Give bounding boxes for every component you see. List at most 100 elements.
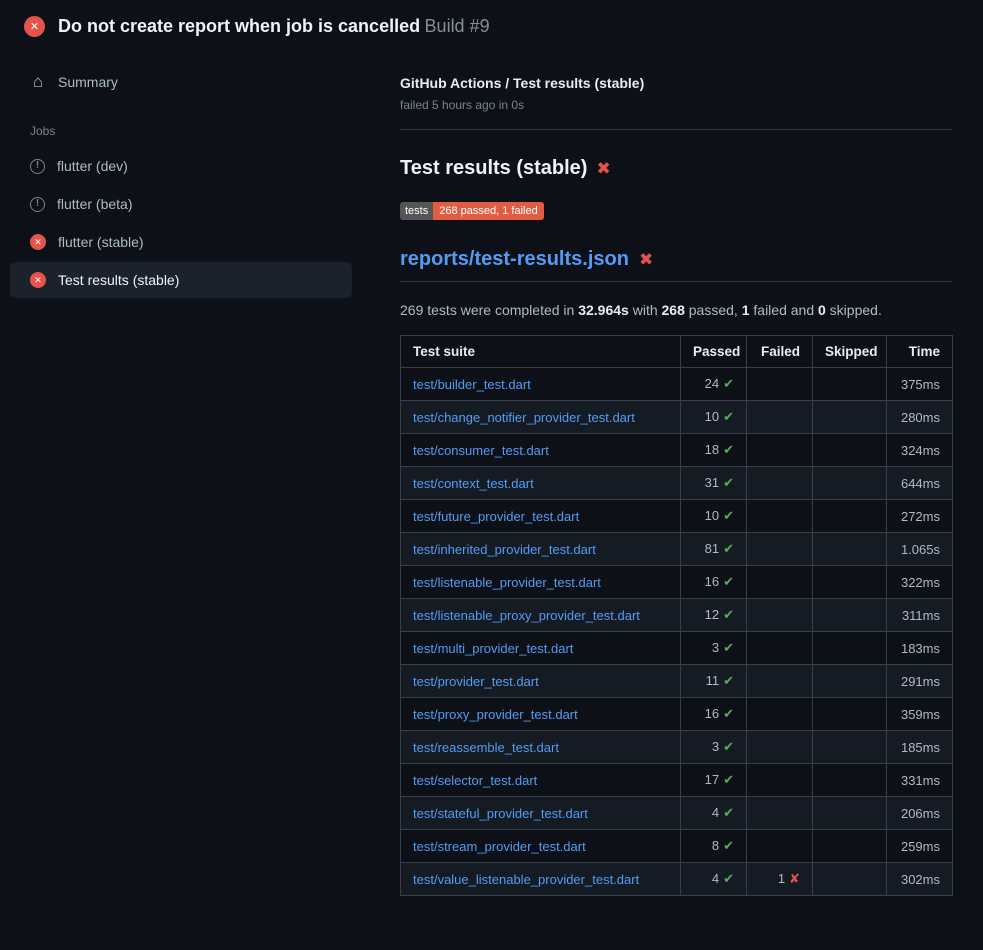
failed-cell	[747, 830, 813, 863]
sidebar-item-summary[interactable]: ⌂ Summary	[10, 63, 352, 100]
sidebar-item-flutter-beta[interactable]: ! flutter (beta)	[10, 186, 352, 222]
suite-link[interactable]: test/listenable_provider_test.dart	[413, 575, 601, 590]
time-cell: 324ms	[887, 434, 953, 467]
summary-passed-count: 268	[662, 302, 685, 318]
failed-x-icon: ✖	[639, 251, 653, 268]
table-row: test/builder_test.dart 24✔ 375ms	[401, 368, 953, 401]
table-row: test/listenable_provider_test.dart 16✔ 3…	[401, 566, 953, 599]
job-label: flutter (beta)	[57, 196, 132, 212]
job-label: Test results (stable)	[58, 272, 179, 288]
suite-link[interactable]: test/listenable_proxy_provider_test.dart	[413, 608, 640, 623]
failed-cell	[747, 401, 813, 434]
passed-cell: 16✔	[681, 566, 747, 599]
failed-cell	[747, 368, 813, 401]
suite-link[interactable]: test/change_notifier_provider_test.dart	[413, 410, 635, 425]
check-icon: ✔	[723, 772, 734, 787]
table-row: test/multi_provider_test.dart 3✔ 183ms	[401, 632, 953, 665]
failed-cell: 1✘	[747, 863, 813, 896]
sidebar-item-flutter-stable[interactable]: ✕ flutter (stable)	[10, 224, 352, 260]
col-header-passed: Passed	[681, 336, 747, 368]
passed-cell: 12✔	[681, 599, 747, 632]
divider	[400, 129, 952, 130]
time-cell: 291ms	[887, 665, 953, 698]
time-cell: 272ms	[887, 500, 953, 533]
time-cell: 206ms	[887, 797, 953, 830]
check-icon: ✔	[723, 508, 734, 523]
failed-cell	[747, 566, 813, 599]
failed-cell	[747, 599, 813, 632]
table-row: test/stream_provider_test.dart 8✔ 259ms	[401, 830, 953, 863]
suite-link[interactable]: test/builder_test.dart	[413, 377, 531, 392]
neutral-status-icon: !	[30, 159, 45, 174]
suite-link[interactable]: test/context_test.dart	[413, 476, 534, 491]
suite-link[interactable]: test/stream_provider_test.dart	[413, 839, 586, 854]
main-content: GitHub Actions / Test results (stable) f…	[380, 51, 983, 896]
passed-cell: 17✔	[681, 764, 747, 797]
table-row: test/consumer_test.dart 18✔ 324ms	[401, 434, 953, 467]
summary-part: with	[629, 302, 662, 318]
passed-cell: 4✔	[681, 797, 747, 830]
run-meta: failed 5 hours ago in 0s	[400, 98, 952, 112]
time-cell: 311ms	[887, 599, 953, 632]
check-icon: ✔	[723, 376, 734, 391]
passed-cell: 11✔	[681, 665, 747, 698]
sidebar-item-test-results-stable[interactable]: ✕ Test results (stable)	[10, 262, 352, 298]
table-row: test/inherited_provider_test.dart 81✔ 1.…	[401, 533, 953, 566]
check-icon: ✔	[723, 805, 734, 820]
jobs-heading: Jobs	[10, 102, 352, 148]
skipped-cell	[813, 500, 887, 533]
col-header-test-suite: Test suite	[401, 336, 681, 368]
results-table-body: test/builder_test.dart 24✔ 375ms test/ch…	[401, 368, 953, 896]
summary-duration: 32.964s	[578, 302, 629, 318]
check-icon: ✔	[723, 640, 734, 655]
results-table: Test suite Passed Failed Skipped Time te…	[400, 335, 953, 896]
time-cell: 302ms	[887, 863, 953, 896]
check-icon: ✔	[723, 475, 734, 490]
skipped-cell	[813, 665, 887, 698]
suite-link[interactable]: test/value_listenable_provider_test.dart	[413, 872, 639, 887]
check-icon: ✔	[723, 706, 734, 721]
table-row: test/listenable_proxy_provider_test.dart…	[401, 599, 953, 632]
passed-cell: 4✔	[681, 863, 747, 896]
skipped-cell	[813, 863, 887, 896]
time-cell: 1.065s	[887, 533, 953, 566]
check-icon: ✔	[723, 838, 734, 853]
skipped-cell	[813, 830, 887, 863]
suite-link[interactable]: test/selector_test.dart	[413, 773, 537, 788]
passed-cell: 3✔	[681, 731, 747, 764]
check-icon: ✔	[723, 871, 734, 886]
skipped-cell	[813, 533, 887, 566]
failed-cell	[747, 797, 813, 830]
suite-link[interactable]: test/inherited_provider_test.dart	[413, 542, 596, 557]
suite-link[interactable]: test/future_provider_test.dart	[413, 509, 579, 524]
table-row: test/context_test.dart 31✔ 644ms	[401, 467, 953, 500]
job-label: flutter (dev)	[57, 158, 128, 174]
failed-status-icon: ✕	[30, 272, 46, 288]
failed-cell	[747, 467, 813, 500]
summary-part: failed and	[750, 302, 819, 318]
table-row: test/proxy_provider_test.dart 16✔ 359ms	[401, 698, 953, 731]
col-header-time: Time	[887, 336, 953, 368]
suite-link[interactable]: test/stateful_provider_test.dart	[413, 806, 588, 821]
sidebar-item-flutter-dev[interactable]: ! flutter (dev)	[10, 148, 352, 184]
suite-link[interactable]: test/consumer_test.dart	[413, 443, 549, 458]
passed-cell: 3✔	[681, 632, 747, 665]
table-header-row: Test suite Passed Failed Skipped Time	[401, 336, 953, 368]
passed-cell: 31✔	[681, 467, 747, 500]
summary-failed-count: 1	[742, 302, 750, 318]
time-cell: 183ms	[887, 632, 953, 665]
skipped-cell	[813, 599, 887, 632]
failed-cell	[747, 632, 813, 665]
suite-link[interactable]: test/proxy_provider_test.dart	[413, 707, 578, 722]
summary-skipped-count: 0	[818, 302, 826, 318]
skipped-cell	[813, 401, 887, 434]
skipped-cell	[813, 434, 887, 467]
passed-cell: 8✔	[681, 830, 747, 863]
report-file-link[interactable]: reports/test-results.json	[400, 248, 629, 271]
sidebar-summary-label: Summary	[58, 74, 118, 90]
sidebar: ⌂ Summary Jobs ! flutter (dev) ! flutter…	[0, 51, 380, 300]
time-cell: 331ms	[887, 764, 953, 797]
suite-link[interactable]: test/provider_test.dart	[413, 674, 539, 689]
suite-link[interactable]: test/reassemble_test.dart	[413, 740, 559, 755]
suite-link[interactable]: test/multi_provider_test.dart	[413, 641, 573, 656]
